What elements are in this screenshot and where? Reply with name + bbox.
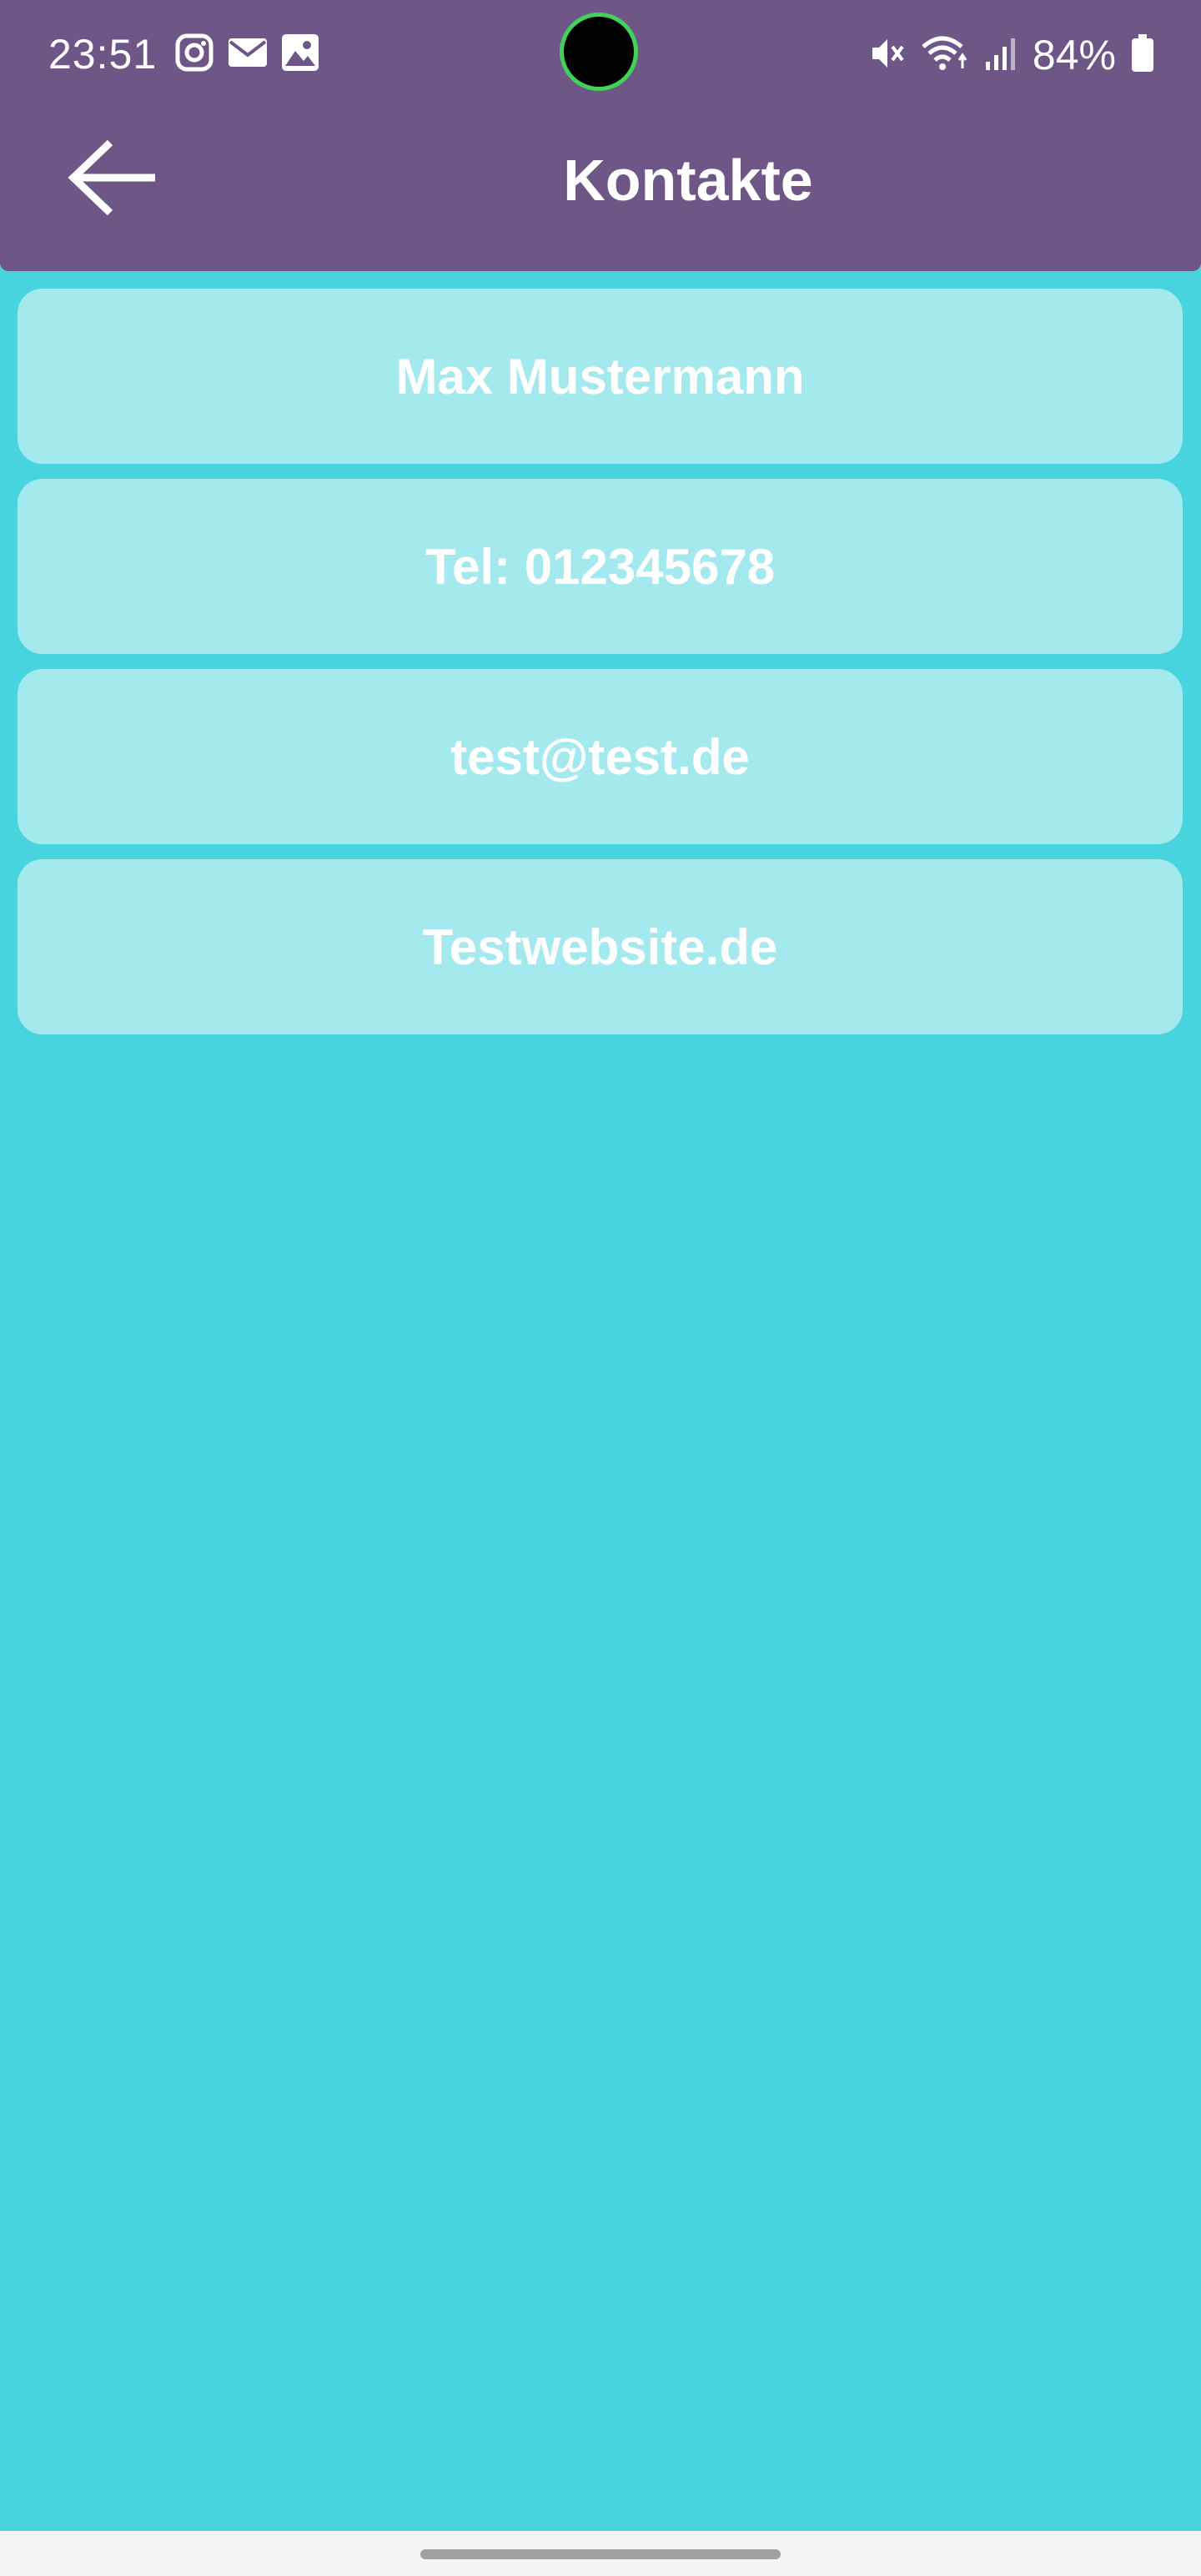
- wifi-icon: [921, 35, 969, 76]
- notification-icons: [175, 33, 319, 75]
- battery-percentage: 84%: [1032, 32, 1116, 78]
- image-icon: [282, 33, 319, 75]
- battery-icon: [1131, 33, 1154, 77]
- front-camera: [564, 17, 634, 87]
- instagram-icon: [175, 33, 214, 76]
- home-indicator[interactable]: [420, 2549, 781, 2559]
- app-bar: 23:51 84% Kontakte: [0, 0, 1201, 271]
- navigation-bar: [0, 2531, 1201, 2576]
- contact-card-list: Max Mustermann Tel: 012345678 test@test.…: [18, 289, 1183, 1049]
- page-title: Kontakte: [563, 148, 813, 213]
- contact-name-card[interactable]: Max Mustermann: [18, 289, 1183, 464]
- contact-email-card[interactable]: test@test.de: [18, 669, 1183, 844]
- status-time: 23:51: [48, 31, 158, 78]
- mail-icon: [229, 37, 267, 73]
- system-icons: 84%: [869, 30, 1154, 80]
- contact-website-card[interactable]: Testwebsite.de: [18, 859, 1183, 1034]
- signal-icon: [984, 35, 1018, 76]
- contact-phone-card[interactable]: Tel: 012345678: [18, 479, 1183, 654]
- mute-icon: [869, 35, 906, 76]
